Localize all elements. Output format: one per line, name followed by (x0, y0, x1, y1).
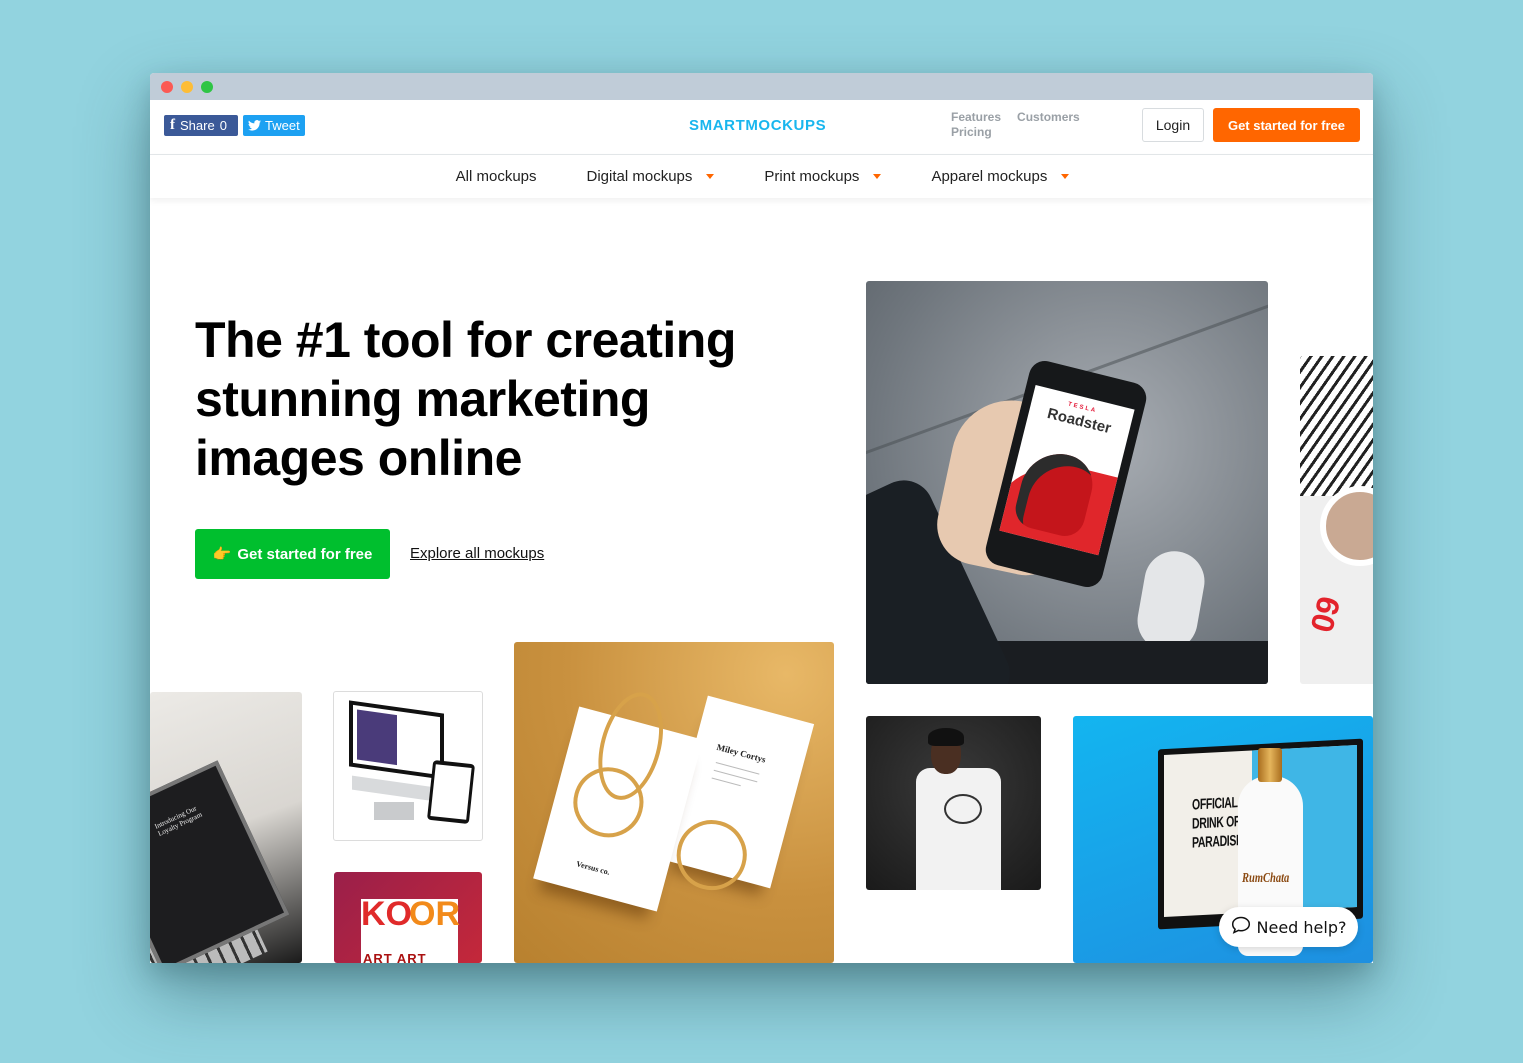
poster-mockup-image[interactable]: KO OR ART ART (334, 872, 482, 963)
category-print-mockups[interactable]: Print mockups (764, 168, 882, 185)
facebook-icon: f (170, 117, 175, 133)
get-started-button[interactable]: Get started for free (1213, 108, 1360, 142)
twitter-icon (248, 120, 261, 131)
caret-down-icon (706, 174, 715, 179)
category-label: Apparel mockups (931, 168, 1048, 185)
card-company: Versus co. (575, 859, 611, 877)
title-bar (150, 73, 1373, 100)
category-digital-mockups[interactable]: Digital mockups (587, 168, 715, 185)
caret-down-icon (1061, 174, 1070, 179)
poster-art-text: ART ART (363, 951, 427, 963)
nav-link-pricing[interactable]: Pricing (951, 125, 992, 140)
share-label: Share (180, 118, 215, 133)
hero-title: The #1 tool for creating stunning market… (195, 312, 736, 486)
browser-window: f Share 0 Tweet SMARTMOCKUPS Features Cus… (150, 73, 1373, 963)
imac-mockup-image[interactable] (333, 691, 483, 841)
share-count: 0 (219, 118, 227, 133)
chat-bubble-icon (1231, 916, 1251, 938)
maximize-window-button[interactable] (201, 81, 213, 93)
facebook-share-button[interactable]: f Share 0 (164, 115, 238, 136)
monitor-headline: PARADISE (1192, 831, 1243, 852)
business-card-front: Versus co. (533, 685, 703, 912)
smartphone: TESLA Roadster (982, 357, 1150, 591)
nav-link-features[interactable]: Features (951, 110, 1001, 125)
category-label: Print mockups (764, 168, 860, 185)
card-name: Miley Cortys (715, 741, 767, 765)
poster-letters: KO (361, 895, 412, 933)
need-help-label: Need help? (1256, 917, 1347, 937)
phone-mockup-image[interactable]: TESLA Roadster (866, 281, 1268, 684)
tshirt-mockup-image[interactable] (866, 716, 1041, 890)
magazine-mockup-image[interactable]: 09 (1300, 356, 1373, 684)
category-apparel-mockups[interactable]: Apparel mockups (931, 168, 1070, 185)
login-button[interactable]: Login (1142, 108, 1204, 142)
nav-link-customers[interactable]: Customers (1017, 110, 1080, 125)
hero-cta-label: Get started for free (237, 545, 373, 563)
explore-mockups-link[interactable]: Explore all mockups (410, 545, 544, 562)
category-navigation: All mockups Digital mockups Print mockup… (150, 155, 1373, 198)
need-help-button[interactable]: Need help? (1219, 907, 1358, 947)
minimize-window-button[interactable] (181, 81, 193, 93)
top-navigation: f Share 0 Tweet SMARTMOCKUPS Features Cus… (150, 100, 1373, 155)
nav-links: Features Customers Pricing (951, 110, 1111, 140)
category-label: All mockups (455, 168, 537, 185)
pointing-hand-icon: 👉 (212, 546, 232, 563)
category-all-mockups[interactable]: All mockups (456, 168, 537, 185)
smartmockups-logo[interactable]: SMARTMOCKUPS (689, 117, 826, 134)
poster-letters: OR (409, 895, 460, 933)
laptop-mockup-image[interactable]: Introducing Our Loyalty Program (150, 692, 302, 963)
tweet-button[interactable]: Tweet (243, 115, 305, 136)
category-label: Digital mockups (586, 168, 693, 185)
tweet-label: Tweet (265, 118, 300, 133)
bottle-label: RumChata (1242, 871, 1290, 886)
caret-down-icon (873, 174, 882, 179)
business-cards-mockup-image[interactable]: Miley Cortys Versus co. (514, 642, 834, 963)
hero-get-started-button[interactable]: 👉 Get started for free (195, 529, 390, 579)
close-window-button[interactable] (161, 81, 173, 93)
magazine-number: 09 (1303, 592, 1348, 637)
